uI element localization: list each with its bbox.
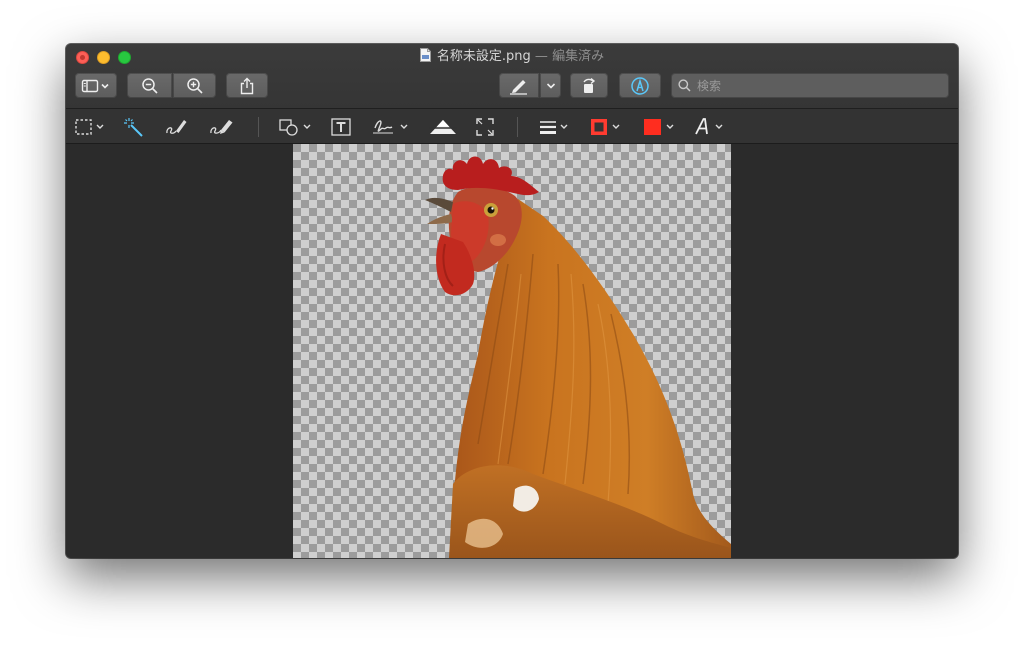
markup-icon	[631, 76, 649, 95]
sketch-tool[interactable]	[164, 116, 190, 138]
title-bar: 名称未設定.png — 編集済み	[66, 44, 958, 108]
title-separator: —	[530, 49, 553, 64]
zoom-out-icon	[141, 77, 158, 94]
document-area	[66, 144, 958, 558]
resize-icon	[476, 118, 494, 136]
rooster-image	[425, 156, 731, 558]
markup-toolbar-toggle[interactable]	[619, 73, 661, 98]
shape-style-tool[interactable]	[537, 116, 573, 138]
adjust-size-tool[interactable]	[474, 116, 496, 138]
font-icon	[695, 118, 723, 135]
document-name: 名称未設定.png	[436, 49, 531, 64]
toolbar-divider	[258, 117, 259, 137]
adjust-color-icon	[429, 120, 457, 134]
pen-icon	[510, 79, 527, 95]
markup-toolbar	[66, 108, 958, 144]
draw-icon	[210, 120, 233, 134]
toolbar-divider	[517, 117, 518, 137]
rectangular-selection-tool[interactable]	[74, 116, 108, 138]
magic-wand-icon	[124, 118, 143, 137]
sidebar-icon	[81, 79, 109, 92]
instant-alpha-tool[interactable]	[123, 116, 145, 138]
sign-tool[interactable]	[371, 116, 413, 138]
search-input[interactable]	[695, 75, 944, 97]
chevron-down-icon	[546, 82, 555, 89]
dashed-selection-icon	[75, 119, 104, 135]
shapes-tool[interactable]	[278, 116, 316, 138]
search-icon	[678, 79, 691, 92]
line-style-icon	[540, 121, 568, 134]
fill-color-tool[interactable]	[641, 116, 679, 138]
zoom-out-button[interactable]	[127, 73, 172, 98]
preview-window: 名称未設定.png — 編集済み	[66, 44, 958, 558]
markup-pen-button[interactable]	[499, 73, 539, 98]
sketch-icon	[166, 120, 187, 134]
border-color-icon	[591, 119, 620, 135]
share-icon	[240, 77, 254, 94]
shapes-icon	[279, 119, 311, 136]
text-style-tool[interactable]	[692, 116, 728, 138]
border-color-tool[interactable]	[588, 116, 626, 138]
search-field[interactable]	[671, 73, 949, 98]
zoom-in-button[interactable]	[172, 73, 216, 98]
rotate-icon	[583, 77, 596, 93]
draw-tool[interactable]	[208, 116, 236, 138]
png-document-icon	[419, 48, 431, 62]
edited-status: 編集済み	[552, 49, 605, 64]
adjust-color-tool[interactable]	[428, 116, 458, 138]
zoom-in-icon	[186, 77, 203, 94]
markup-pen-dropdown[interactable]	[539, 73, 561, 98]
sidebar-toggle-button[interactable]	[75, 73, 117, 98]
rotate-button[interactable]	[570, 73, 608, 98]
fill-color-icon	[644, 119, 674, 135]
share-button[interactable]	[226, 73, 268, 98]
text-box-icon	[331, 118, 351, 136]
signature-icon	[373, 120, 408, 134]
window-title: 名称未設定.png — 編集済み	[66, 47, 958, 67]
text-tool[interactable]	[330, 116, 352, 138]
image-canvas[interactable]	[293, 144, 731, 558]
